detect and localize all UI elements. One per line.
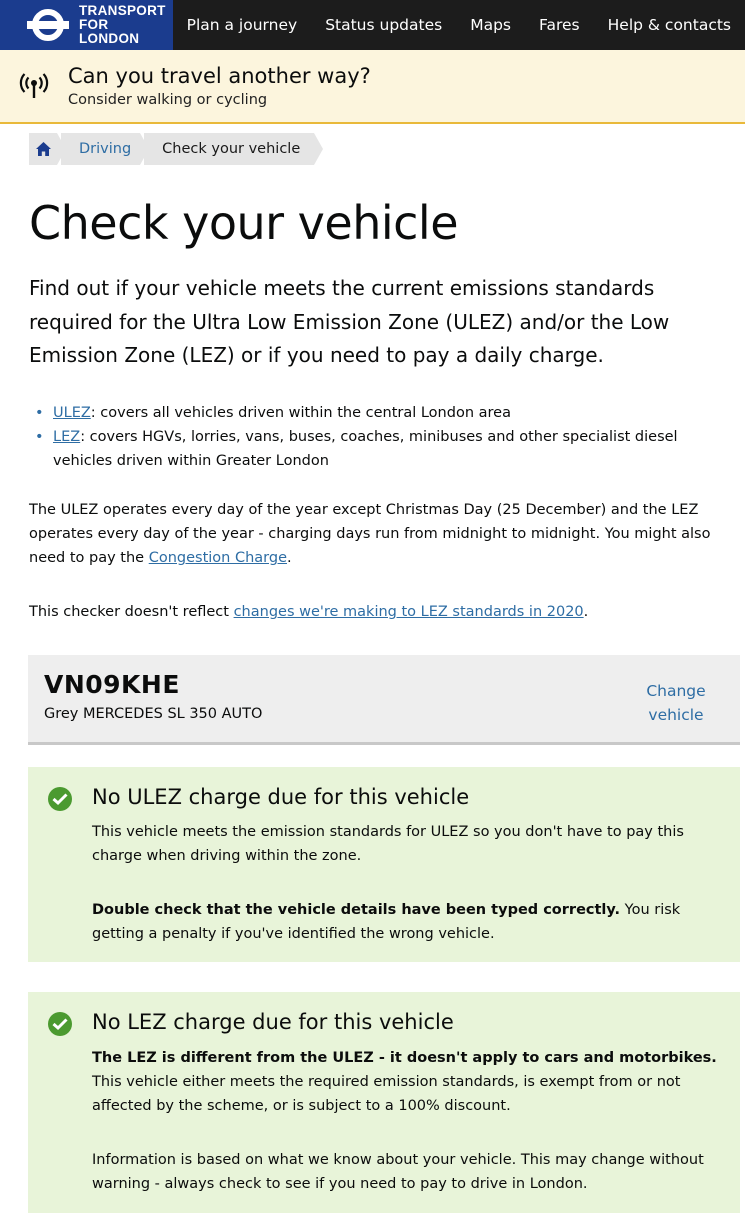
ulez-result-title: No ULEZ charge due for this vehicle — [92, 785, 470, 809]
lez-description: : covers HGVs, lorries, vans, buses, coa… — [53, 429, 678, 469]
nav-help-contacts[interactable]: Help & contacts — [594, 0, 745, 50]
lez-info-text: Information is based on what we know abo… — [92, 1152, 704, 1192]
lead-paragraph: Find out if your vehicle meets the curre… — [29, 276, 670, 367]
home-icon — [35, 142, 51, 156]
ulez-warning-text: Double check that the vehicle details ha… — [92, 898, 722, 946]
change-vehicle-link[interactable]: Change vehicle — [641, 679, 711, 727]
breadcrumb: Driving Check your vehicle — [29, 133, 324, 165]
roundel-icon — [27, 4, 69, 46]
travel-alert-banner: Can you travel another way? Consider wal… — [0, 50, 745, 124]
nav-fares[interactable]: Fares — [525, 0, 594, 50]
operating-days-text: The ULEZ operates every day of the year … — [29, 502, 711, 566]
zone-list: ULEZ: covers all vehicles driven within … — [29, 401, 719, 473]
lez-result-bold: The LEZ is different from the ULEZ - it … — [92, 1050, 717, 1066]
nav-plan-a-journey[interactable]: Plan a journey — [173, 0, 312, 50]
broadcast-icon — [0, 71, 68, 101]
checker-note-text: This checker doesn't reflect — [29, 604, 234, 620]
nav-maps[interactable]: Maps — [456, 0, 525, 50]
nav-status-updates[interactable]: Status updates — [311, 0, 456, 50]
lez-result-body: The LEZ is different from the ULEZ - it … — [92, 1046, 722, 1196]
brand-line-1: TRANSPORT — [79, 3, 166, 18]
vehicle-summary-card: VN09KHE Grey MERCEDES SL 350 AUTO Change… — [28, 655, 740, 745]
punctuation: . — [286, 550, 292, 566]
main-nav: Plan a journey Status updates Maps Fares… — [173, 0, 745, 50]
vehicle-description: Grey MERCEDES SL 350 AUTO — [44, 706, 263, 722]
ulez-link[interactable]: ULEZ — [53, 405, 91, 421]
ulez-description: : covers all vehicles driven within the … — [90, 405, 511, 421]
check-circle-icon — [48, 1012, 72, 1036]
ulez-result-text: This vehicle meets the emission standard… — [92, 824, 684, 864]
tfl-logo[interactable]: TRANSPORT FOR LONDON — [0, 0, 173, 50]
alert-subtitle: Consider walking or cycling — [68, 91, 268, 108]
breadcrumb-home[interactable] — [29, 133, 66, 165]
breadcrumb-current: Check your vehicle — [144, 133, 324, 165]
brand-name: TRANSPORT FOR LONDON — [79, 4, 173, 46]
list-item: ULEZ: covers all vehicles driven within … — [29, 401, 719, 425]
vehicle-registration: VN09KHE — [44, 670, 180, 699]
ulez-result-panel: No ULEZ charge due for this vehicle This… — [28, 767, 740, 962]
alert-title: Can you travel another way? — [68, 63, 371, 88]
brand-line-2: FOR LONDON — [79, 17, 140, 46]
site-header: TRANSPORT FOR LONDON Plan a journey Stat… — [0, 0, 745, 50]
list-item: LEZ: covers HGVs, lorries, vans, buses, … — [29, 425, 719, 473]
lez-result-text: The LEZ is different from the ULEZ - it … — [92, 1046, 722, 1118]
lez-link[interactable]: LEZ — [53, 429, 80, 445]
congestion-charge-link[interactable]: Congestion Charge — [149, 550, 287, 566]
checker-note-paragraph: This checker doesn't reflect changes we'… — [29, 600, 719, 624]
lez-result-title: No LEZ charge due for this vehicle — [92, 1010, 454, 1034]
lez-changes-link[interactable]: changes we're making to LEZ standards in… — [234, 604, 584, 620]
page-title: Check your vehicle — [29, 196, 459, 250]
operating-days-paragraph: The ULEZ operates every day of the year … — [29, 498, 719, 570]
breadcrumb-driving[interactable]: Driving — [61, 133, 150, 165]
ulez-result-body: This vehicle meets the emission standard… — [92, 820, 722, 946]
lez-result-panel: No LEZ charge due for this vehicle The L… — [28, 992, 740, 1213]
punctuation: . — [583, 604, 589, 620]
lez-result-rest: This vehicle either meets the required e… — [92, 1074, 681, 1114]
check-circle-icon — [48, 787, 72, 811]
ulez-warning-bold: Double check that the vehicle details ha… — [92, 902, 621, 918]
